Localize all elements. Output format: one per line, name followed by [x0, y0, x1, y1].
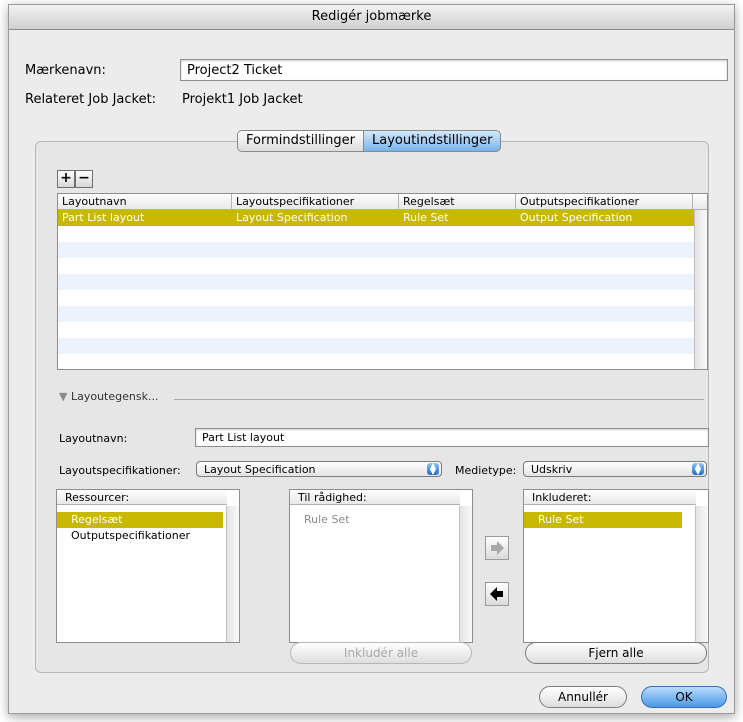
section-divider [174, 399, 704, 400]
resources-scrollbar[interactable] [226, 506, 239, 642]
column-header-layout-name[interactable]: Layoutnavn [58, 194, 232, 209]
empty-row [58, 306, 694, 322]
available-scrollbar[interactable] [459, 506, 472, 642]
cell-output-spec: Output Specification [520, 211, 633, 224]
cancel-button[interactable]: Annullér [539, 686, 627, 708]
layout-spec-value: Layout Specification [204, 463, 316, 476]
layout-name-input[interactable] [196, 429, 708, 446]
cell-rule-set: Rule Set [403, 211, 449, 224]
layout-properties-disclosure[interactable]: ▼ Layoutegensk... [59, 390, 158, 403]
arrow-left-icon [490, 587, 503, 601]
resources-header: Ressourcer: [57, 490, 227, 505]
column-header-output-spec[interactable]: Outputspecifikationer [516, 194, 693, 209]
empty-row [58, 242, 694, 258]
remove-from-included-button[interactable] [485, 582, 509, 606]
list-item[interactable]: Outputspecifikationer [57, 528, 223, 544]
include-all-button[interactable]: Inkludér alle [290, 642, 472, 664]
related-label: Relateret Job Jacket: [25, 92, 157, 107]
cell-layout-spec: Layout Specification [236, 211, 348, 224]
included-scrollbar[interactable] [695, 506, 708, 642]
cell-layout-name: Part List layout [62, 211, 145, 224]
table-header: Layoutnavn Layoutspecifikationer Regelsæ… [58, 194, 707, 210]
list-item[interactable]: Rule Set [524, 512, 682, 528]
empty-row [58, 338, 694, 354]
popup-arrows-icon: ▲ ▼ [427, 462, 439, 476]
add-to-included-button[interactable] [485, 536, 509, 560]
included-list[interactable]: Inkluderet: Rule Set [523, 489, 709, 643]
add-layout-button[interactable]: + [57, 170, 75, 188]
available-header: Til rådighed: [290, 490, 460, 505]
layout-spec-popup[interactable]: Layout Specification ▲ ▼ [196, 461, 442, 477]
related-value: Projekt1 Job Jacket [182, 92, 303, 107]
list-item[interactable]: Regelsæt [57, 512, 223, 528]
table-row[interactable]: Part List layout Layout Specification Ru… [58, 210, 694, 226]
remove-layout-button[interactable]: − [75, 170, 93, 188]
included-header: Inkluderet: [524, 490, 696, 505]
ok-button[interactable]: OK [641, 686, 727, 708]
disclosure-label: Layoutegensk... [70, 390, 159, 403]
window-title: Redigér jobmærke [9, 5, 734, 30]
media-type-popup[interactable]: Udskriv ▲ ▼ [523, 461, 707, 477]
arrow-right-icon [491, 541, 504, 555]
layouts-table[interactable]: Layoutnavn Layoutspecifikationer Regelsæ… [57, 193, 708, 370]
layout-name-label: Layoutnavn: [59, 432, 128, 445]
layout-name-field[interactable] [195, 428, 709, 447]
name-field[interactable] [180, 59, 728, 81]
layout-spec-label: Layoutspecifikationer: [59, 464, 181, 477]
popup-arrows-icon: ▲ ▼ [692, 462, 704, 476]
name-input[interactable] [181, 60, 727, 80]
table-scrollbar[interactable] [694, 210, 707, 369]
list-item[interactable]: Rule Set [290, 512, 456, 528]
name-label: Mærkenavn: [25, 63, 106, 78]
remove-all-button[interactable]: Fjern alle [525, 642, 707, 664]
tab-bar: Formindstillinger Layoutindstillinger [237, 130, 502, 152]
column-header-rule-set[interactable]: Regelsæt [399, 194, 516, 209]
available-list[interactable]: Til rådighed: Rule Set [289, 489, 473, 643]
empty-row [58, 274, 694, 290]
tab-layout-settings[interactable]: Layoutindstillinger [363, 130, 502, 152]
tab-form-settings[interactable]: Formindstillinger [237, 130, 364, 152]
media-type-label: Medietype: [455, 464, 517, 477]
column-header-layout-spec[interactable]: Layoutspecifikationer [232, 194, 399, 209]
disclosure-triangle-icon: ▼ [59, 390, 68, 403]
media-type-value: Udskriv [531, 463, 573, 476]
resources-list[interactable]: Ressourcer: Regelsæt Outputspecifikation… [56, 489, 240, 643]
dialog-window: Redigér jobmærke Mærkenavn: Relateret Jo… [8, 4, 735, 714]
